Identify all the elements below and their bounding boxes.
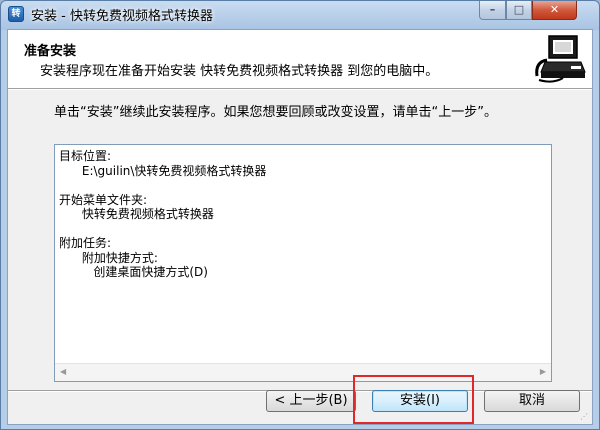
- summary-text: 目标位置: E:\guilin\快转免费视频格式转换器 开始菜单文件夹: 快转免…: [59, 149, 267, 279]
- wizard-body: 准备安装 安装程序现在准备开始安装 快转免费视频格式转换器 到您的电脑中。 单击…: [7, 29, 593, 425]
- scroll-right-icon[interactable]: ▶: [540, 367, 546, 376]
- close-button[interactable]: ✕: [532, 1, 577, 20]
- intro-text: 单击“安装”继续此安装程序。如果您想要回顾或改变设置，请单击“上一步”。: [54, 105, 497, 120]
- page-subtitle: 安装程序现在准备开始安装 快转免费视频格式转换器 到您的电脑中。: [40, 64, 439, 79]
- cancel-button[interactable]: 取消: [484, 390, 580, 412]
- header-divider: [8, 89, 592, 90]
- title-bar[interactable]: 转 安装 - 快转免费视频格式转换器 – □ ✕: [1, 1, 599, 27]
- computer-install-icon: [535, 35, 586, 83]
- minimize-button[interactable]: –: [479, 1, 506, 20]
- install-button[interactable]: 安装(I): [372, 390, 468, 412]
- maximize-button[interactable]: □: [506, 1, 532, 20]
- summary-memo[interactable]: 目标位置: E:\guilin\快转免费视频格式转换器 开始菜单文件夹: 快转免…: [54, 144, 552, 382]
- wizard-header: 准备安装 安装程序现在准备开始安装 快转免费视频格式转换器 到您的电脑中。: [8, 30, 592, 89]
- scroll-left-icon[interactable]: ◀: [60, 367, 66, 376]
- resize-grip-icon[interactable]: ⋰: [580, 412, 590, 422]
- page-title: 准备安装: [24, 44, 77, 59]
- app-icon: 转: [8, 6, 24, 22]
- window-title: 安装 - 快转免费视频格式转换器: [31, 9, 213, 24]
- back-button[interactable]: < 上一步(B): [266, 390, 356, 412]
- installer-window: 转 安装 - 快转免费视频格式转换器 – □ ✕ 准备安装 安装程序现在准备开始…: [0, 0, 600, 430]
- horizontal-scrollbar[interactable]: ◀ ▶: [55, 363, 551, 381]
